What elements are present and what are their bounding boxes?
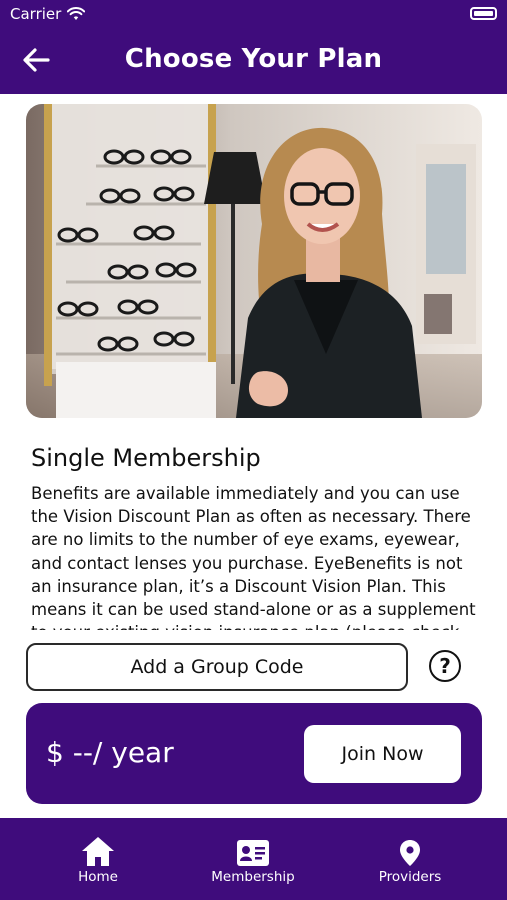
price-label: $ --/ year: [46, 736, 174, 769]
plan-description-scroll[interactable]: Benefits are available immediately and y…: [31, 482, 477, 630]
tab-home-label: Home: [78, 869, 118, 885]
tab-membership[interactable]: Membership: [205, 818, 301, 900]
home-icon: [82, 837, 114, 866]
tab-home[interactable]: Home: [67, 818, 129, 900]
id-card-icon: [237, 840, 269, 866]
price-card: $ --/ year Join Now: [26, 703, 482, 804]
tab-membership-label: Membership: [211, 869, 295, 885]
join-now-button[interactable]: Join Now: [304, 725, 461, 783]
plan-title: Single Membership: [31, 444, 261, 472]
tab-bar: Home Membership Providers: [0, 818, 507, 900]
carrier-label: Carrier: [10, 5, 62, 23]
plan-description: Benefits are available immediately and y…: [31, 484, 476, 630]
tab-providers[interactable]: Providers: [372, 818, 448, 900]
wifi-icon: [67, 7, 86, 20]
help-icon[interactable]: ?: [429, 650, 461, 682]
tab-providers-label: Providers: [378, 869, 442, 885]
page-title: Choose Your Plan: [124, 44, 383, 74]
hero-image: [26, 104, 482, 418]
map-pin-icon: [400, 840, 420, 866]
add-group-code-button[interactable]: Add a Group Code: [26, 643, 408, 691]
status-bar: Carrier: [10, 5, 86, 23]
header-bar: Carrier Choose Your Plan: [0, 0, 507, 94]
battery-icon: [470, 7, 497, 20]
